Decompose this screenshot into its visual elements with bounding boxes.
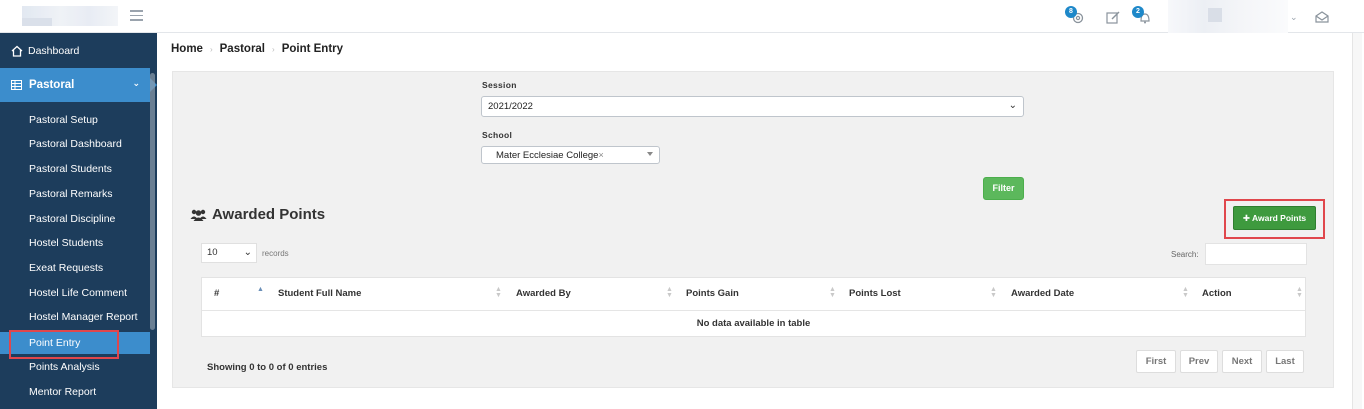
sort-icon: ▲ ▼ <box>829 286 836 299</box>
sidebar-item-pastoral-discipline[interactable]: Pastoral Discipline <box>0 209 150 229</box>
school-value: Mater Ecclesiae College <box>496 150 599 161</box>
chevron-down-icon: ⌄ <box>243 247 252 258</box>
search-input[interactable] <box>1205 243 1307 265</box>
sidebar-item-hostel-manager-report[interactable]: Hostel Manager Report <box>0 307 150 327</box>
sidebar-item-pastoral-remarks[interactable]: Pastoral Remarks <box>0 184 150 204</box>
column-header-student-full-name[interactable]: Student Full Name <box>278 288 361 299</box>
awarded-points-table: # ▲ Student Full Name ▲ ▼ Awarded By ▲ ▼ P… <box>201 277 1306 337</box>
table-icon <box>11 80 22 90</box>
table-header-divider <box>202 310 1305 311</box>
sidebar-scrollbar[interactable] <box>150 73 155 330</box>
bell-icon[interactable]: 2 <box>1132 6 1153 25</box>
breadcrumb-pastoral[interactable]: Pastoral <box>220 43 265 55</box>
highlight-box <box>9 330 119 359</box>
sidebar-item-dashboard[interactable]: Dashboard <box>0 41 150 61</box>
home-icon <box>11 45 23 57</box>
sort-icon: ▲ ▼ <box>1296 286 1303 299</box>
pagination-first-button[interactable]: First <box>1136 350 1176 373</box>
chevron-down-icon: ⌄ <box>132 78 140 88</box>
main-panel <box>172 71 1334 388</box>
chevron-down-icon: ⌄ <box>1008 100 1017 111</box>
sidebar-item-mentor-report[interactable]: Mentor Report <box>0 382 150 402</box>
sort-icon: ▲ ▼ <box>1182 286 1189 299</box>
breadcrumb-separator-icon: › <box>209 44 213 54</box>
column-header-index[interactable]: # <box>214 288 219 299</box>
logo <box>22 6 118 26</box>
pagination-next-button[interactable]: Next <box>1222 350 1262 373</box>
gear-icon[interactable]: 8 <box>1065 6 1086 25</box>
users-icon <box>190 209 207 221</box>
notification-badge: 8 <box>1065 6 1077 18</box>
sidebar-item-points-analysis[interactable]: Points Analysis <box>0 357 150 377</box>
sidebar-item-pastoral-setup[interactable]: Pastoral Setup <box>0 110 150 130</box>
school-label: School <box>482 130 513 140</box>
sidebar-item-exeat-requests[interactable]: Exeat Requests <box>0 258 150 278</box>
section-title: Awarded Points <box>190 206 325 223</box>
breadcrumb-home[interactable]: Home <box>171 43 203 55</box>
column-header-awarded-by[interactable]: Awarded By <box>516 288 571 299</box>
notification-badge: 2 <box>1132 6 1144 18</box>
school-select[interactable]: Mater Ecclesiae College× <box>481 146 660 164</box>
column-header-points-gain[interactable]: Points Gain <box>686 288 739 299</box>
section-title-text: Awarded Points <box>212 206 326 223</box>
top-bar: 8 2 ⌄ <box>0 0 1364 33</box>
caret-down-icon <box>647 152 653 156</box>
filter-button[interactable]: Filter <box>983 177 1024 200</box>
sort-asc-icon: ▲ <box>257 286 264 293</box>
records-length-select[interactable]: 10 ⌄ <box>201 243 257 263</box>
sidebar-item-hostel-life-comment[interactable]: Hostel Life Comment <box>0 283 150 303</box>
breadcrumb: Home › Pastoral › Point Entry <box>171 43 343 55</box>
breadcrumb-point-entry: Point Entry <box>281 43 344 55</box>
column-header-action[interactable]: Action <box>1202 288 1232 299</box>
sort-icon: ▲ ▼ <box>495 286 502 299</box>
user-avatar[interactable] <box>1168 0 1288 33</box>
edit-icon[interactable] <box>1105 9 1121 25</box>
chevron-down-icon[interactable]: ⌄ <box>1290 12 1298 23</box>
column-header-points-lost[interactable]: Points Lost <box>849 288 901 299</box>
award-points-button[interactable]: ✚ Award Points <box>1233 206 1316 230</box>
records-length-value: 10 <box>207 247 218 258</box>
clear-icon[interactable]: × <box>598 150 603 160</box>
session-label: Session <box>482 80 517 90</box>
sidebar: Dashboard Pastoral ⌄ Pastoral Setup Past… <box>0 33 157 409</box>
sidebar-item-pastoral-dashboard[interactable]: Pastoral Dashboard <box>0 134 150 154</box>
breadcrumb-separator-icon: › <box>272 44 275 54</box>
session-value: 2021/2022 <box>488 101 533 112</box>
search-label: Search: <box>1171 250 1199 259</box>
award-points-label: Award Points <box>1252 213 1307 223</box>
sidebar-item-pastoral-students[interactable]: Pastoral Students <box>0 159 150 179</box>
records-label: records <box>262 249 289 258</box>
session-select[interactable]: 2021/2022 ⌄ <box>481 96 1024 117</box>
pagination-last-button[interactable]: Last <box>1266 350 1304 373</box>
column-header-awarded-date[interactable]: Awarded Date <box>1011 288 1074 299</box>
sidebar-item-pastoral[interactable]: Pastoral ⌄ <box>0 68 157 102</box>
hamburger-menu-icon[interactable] <box>130 10 143 22</box>
table-empty-message: No data available in table <box>696 318 811 329</box>
sidebar-item-label: Dashboard <box>28 45 80 57</box>
pagination-prev-button[interactable]: Prev <box>1180 350 1218 373</box>
sidebar-item-label: Pastoral <box>29 79 75 91</box>
plus-icon: ✚ <box>1242 213 1250 223</box>
table-info: Showing 0 to 0 of 0 entries <box>207 362 328 373</box>
sort-icon: ▲ ▼ <box>990 286 997 299</box>
sidebar-item-hostel-students[interactable]: Hostel Students <box>0 233 150 253</box>
sort-icon: ▲ ▼ <box>666 286 673 299</box>
envelope-open-icon[interactable] <box>1314 9 1330 25</box>
page-scrollbar[interactable] <box>1352 33 1362 409</box>
